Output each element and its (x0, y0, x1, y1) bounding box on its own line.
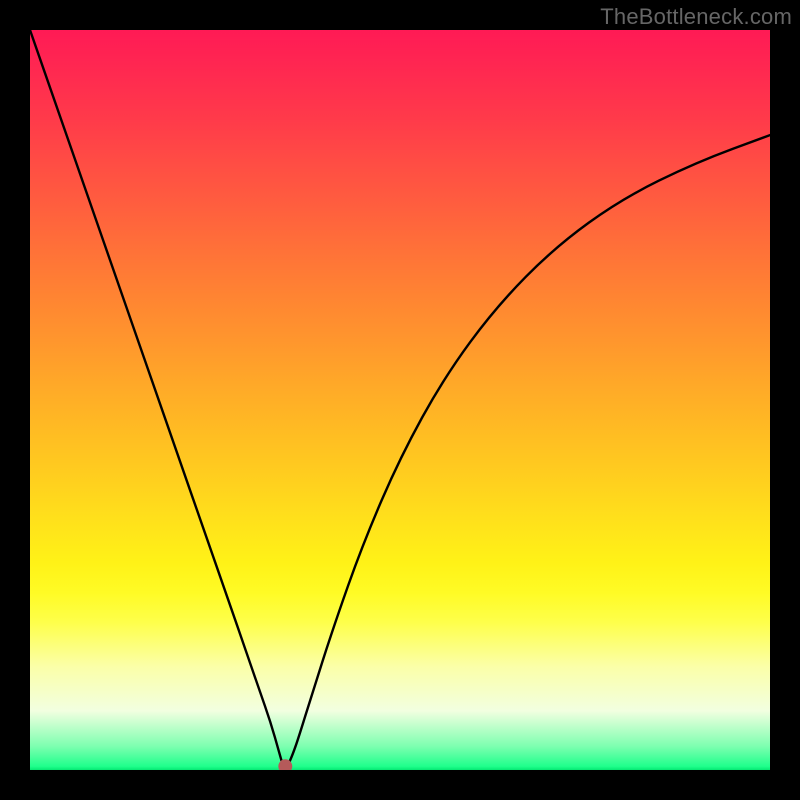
watermark-text: TheBottleneck.com (600, 4, 792, 30)
chart-svg (30, 30, 770, 770)
plot-area (30, 30, 770, 770)
bottleneck-curve (30, 30, 770, 766)
chart-frame: TheBottleneck.com (0, 0, 800, 800)
